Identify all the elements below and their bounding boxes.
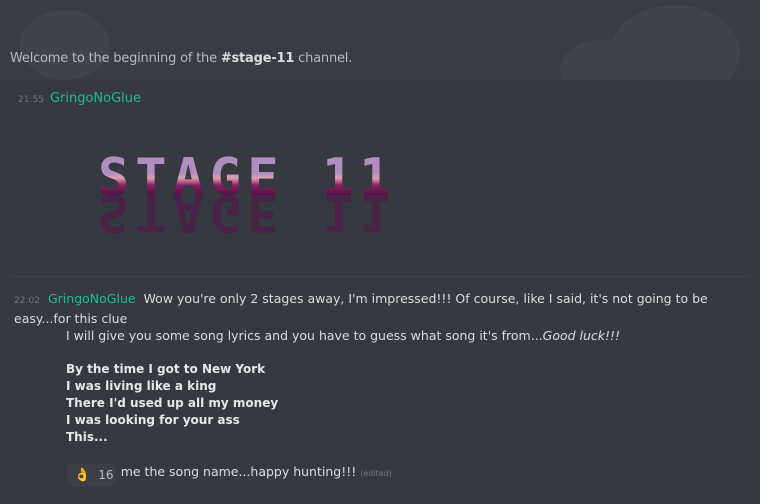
stage-art-reflection: STAGE 11 bbox=[98, 182, 396, 242]
welcome-suffix: channel. bbox=[294, 51, 353, 66]
message-author[interactable]: GringoNoGlue bbox=[50, 91, 141, 106]
message: 22:02 GringoNoGlue Wow you're only 2 sta… bbox=[14, 290, 749, 482]
welcome-prefix: Welcome to the beginning of the bbox=[10, 51, 221, 66]
decorative-blob bbox=[20, 10, 110, 80]
lyric-line: By the time I got to New York bbox=[66, 362, 266, 376]
message-divider bbox=[10, 276, 750, 277]
stage-11-image[interactable]: STAGE 11 STAGE 11 bbox=[96, 150, 396, 250]
lyric-line: I was looking for your ass bbox=[66, 413, 240, 427]
lyrics-block: By the time I got to New York I was livi… bbox=[14, 361, 749, 446]
reaction-button[interactable]: 👌 16 bbox=[67, 464, 116, 486]
decorative-blob bbox=[610, 5, 740, 80]
message-text-line: I will give you some song lyrics and you… bbox=[66, 328, 543, 343]
message-header: 21:55 GringoNoGlue bbox=[18, 91, 141, 106]
message-author[interactable]: GringoNoGlue bbox=[48, 291, 136, 306]
lyric-line: There I'd used up all my money bbox=[66, 396, 279, 410]
reaction-count: 16 bbox=[98, 468, 114, 482]
edited-label: (edited) bbox=[360, 469, 392, 478]
ok-hand-icon: 👌 bbox=[74, 467, 91, 483]
channel-welcome-text: Welcome to the beginning of the #stage-1… bbox=[10, 51, 352, 66]
lyric-line: This... bbox=[66, 430, 108, 444]
lyric-line: I was living like a king bbox=[66, 379, 217, 393]
message-timestamp: 22:02 bbox=[14, 296, 40, 306]
channel-header-banner: Welcome to the beginning of the #stage-1… bbox=[0, 0, 760, 80]
message-text-italic: Good luck!!! bbox=[542, 328, 621, 343]
message-timestamp: 21:55 bbox=[18, 95, 44, 105]
channel-name: #stage-11 bbox=[220, 51, 295, 66]
